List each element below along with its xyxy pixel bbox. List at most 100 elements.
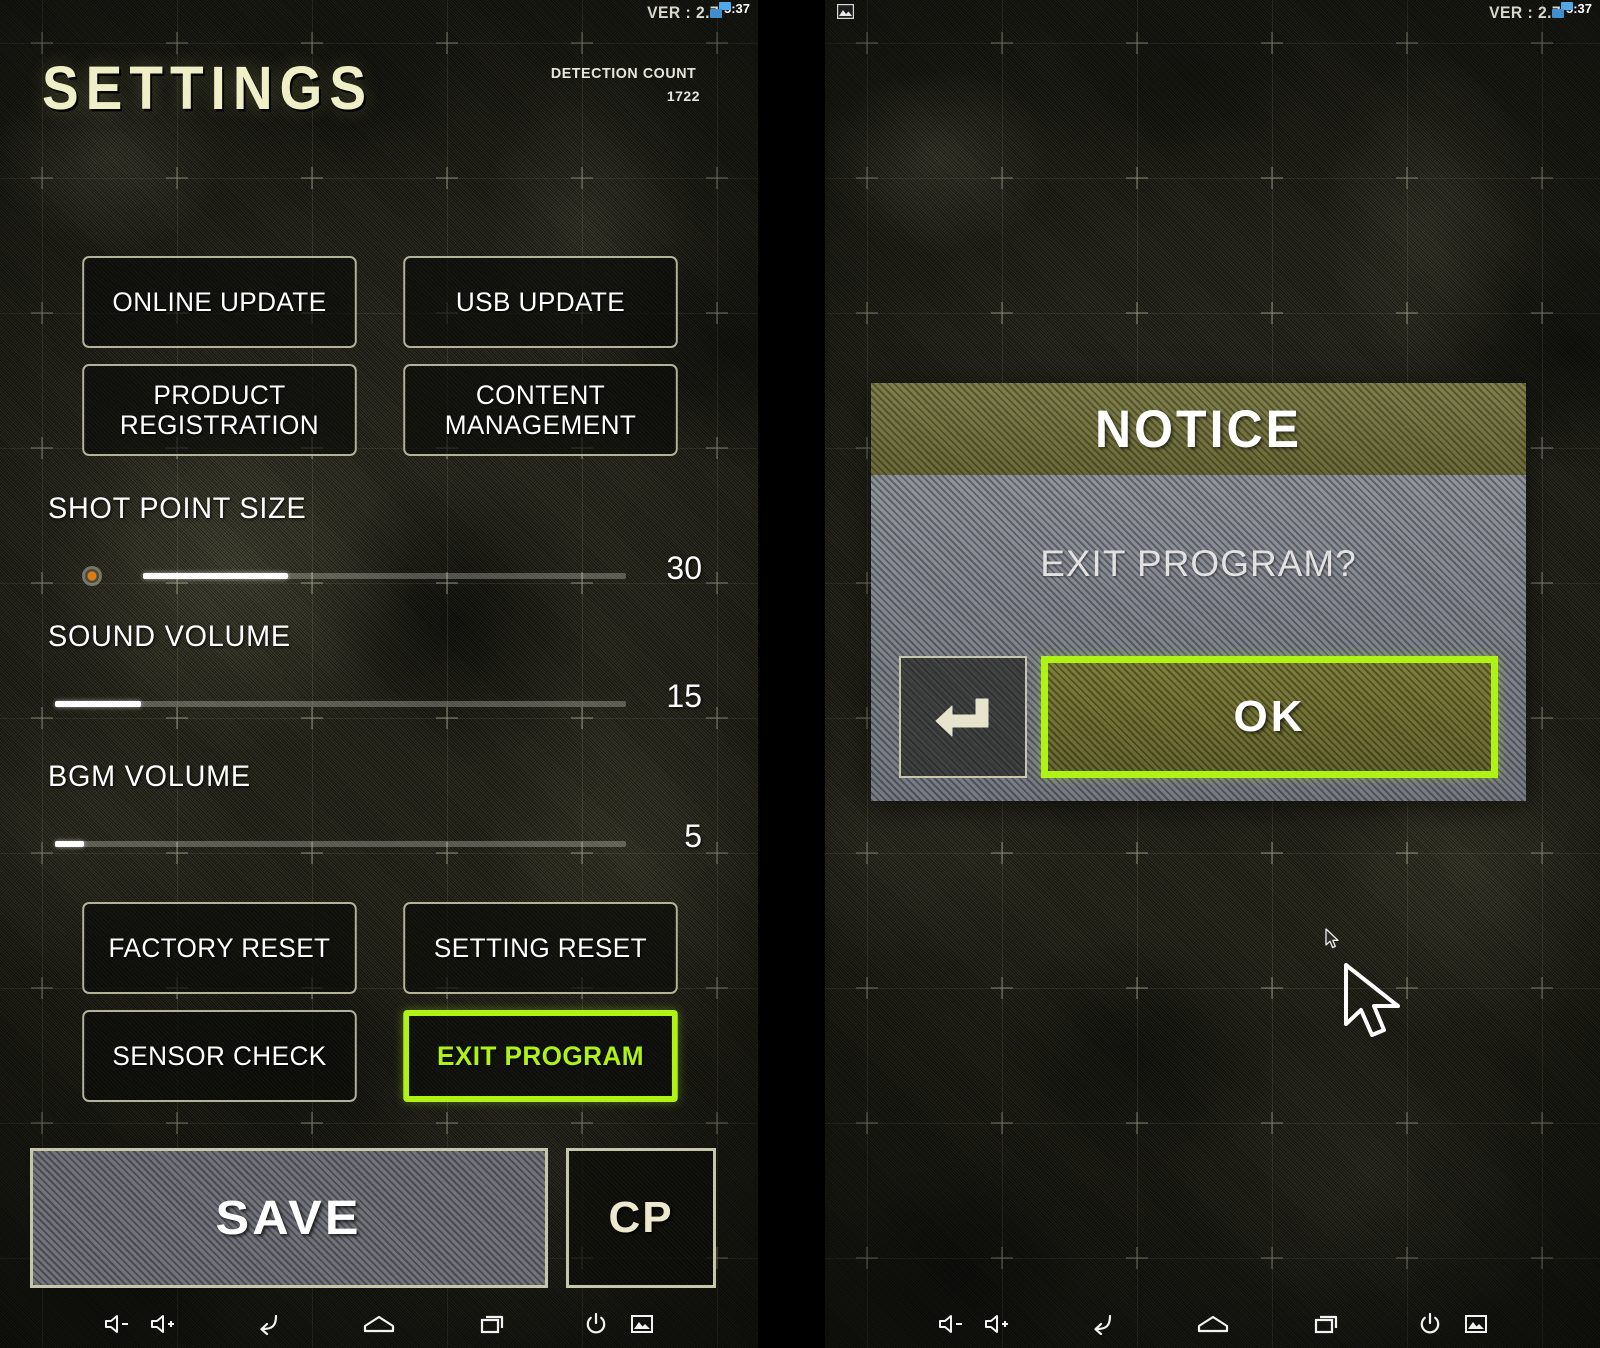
maintenance-buttons-grid: FACTORY RESET SETTING RESET SENSOR CHECK EX… [78, 902, 682, 1102]
exit-program-button-label: EXIT PROGRAM [437, 1040, 644, 1071]
sound-volume-slider[interactable] [55, 701, 626, 707]
bgm-volume-track [55, 841, 626, 847]
navbar-volume-up-button[interactable] [973, 1304, 1019, 1348]
shot-point-size-value: 30 [666, 550, 702, 586]
status-bar-left: VER : 2.7 5:37 [0, 0, 758, 26]
detection-count-block: DETECTION COUNT 1722 [547, 63, 700, 107]
notice-ok-button[interactable]: OK [1041, 656, 1498, 778]
network-icon [1551, 2, 1574, 20]
bgm-volume-slider[interactable] [55, 841, 626, 847]
status-bar-right: VER : 2.7 5:37 [825, 0, 1600, 26]
product-registration-button[interactable]: PRODUCT REGISTRATION [82, 364, 357, 456]
sound-volume-row: 15 [0, 678, 758, 724]
status-bar-right-cluster: VER : 2.7 5:37 [644, 0, 752, 26]
shot-point-size-slider[interactable] [143, 573, 626, 579]
bgm-volume-value: 5 [684, 818, 702, 854]
notice-dialog: NOTICE EXIT PROGRAM? OK [871, 383, 1526, 801]
navbar-back-button[interactable] [1065, 1304, 1133, 1348]
recents-icon [1313, 1313, 1341, 1340]
shot-point-indicator-icon [80, 564, 104, 588]
bgm-volume-fill [55, 841, 84, 847]
usb-update-button-label: USB UPDATE [455, 286, 626, 317]
screenshot-icon [631, 1314, 653, 1339]
content-management-button-label: CONTENT MANAGEMENT [444, 379, 637, 440]
navbar-volume-down-button[interactable] [93, 1304, 139, 1348]
status-bar-right-cluster: VER : 2.7 5:37 [1486, 0, 1594, 26]
navbar-home-button[interactable] [1179, 1304, 1247, 1348]
shot-point-size-row: 30 [0, 550, 758, 596]
power-icon [1418, 1312, 1442, 1341]
navbar-power-button[interactable] [1407, 1304, 1453, 1348]
setting-reset-button-label: SETTING RESET [433, 932, 648, 963]
notice-dialog-body: EXIT PROGRAM? OK [871, 475, 1526, 801]
mouse-pointer-small [1325, 928, 1341, 955]
page-title: SETTINGS [42, 53, 374, 123]
settings-screen-panel: VER : 2.7 5:37 SETTINGS DETECTION COUNT … [0, 0, 758, 1348]
notice-dialog-header: NOTICE [871, 383, 1526, 475]
bgm-volume-row: 5 [0, 818, 758, 864]
factory-reset-button-label: FACTORY RESET [108, 932, 331, 963]
back-arrow-icon [932, 691, 994, 744]
detection-count-label: DETECTION COUNT [550, 65, 697, 82]
shot-point-size-label: SHOT POINT SIZE [48, 492, 307, 525]
volume-up-icon [983, 1313, 1009, 1340]
screenshot-icon [836, 3, 855, 20]
navbar-volume-up-button[interactable] [139, 1304, 185, 1348]
online-update-button-label: ONLINE UPDATE [112, 286, 327, 317]
content-management-button[interactable]: CONTENT MANAGEMENT [403, 364, 678, 456]
product-registration-button-label: PRODUCT REGISTRATION [119, 379, 320, 440]
update-buttons-grid: ONLINE UPDATE USB UPDATE PRODUCT REGISTRAT… [78, 256, 682, 456]
navbar-home-button[interactable] [345, 1304, 413, 1348]
navbar-screenshot-button[interactable] [1453, 1304, 1499, 1348]
notice-dialog-message: EXIT PROGRAM? [1040, 543, 1357, 584]
version-label: VER : 2.7 [1488, 3, 1561, 22]
slider-bgm-volume: BGM VOLUME 5 [0, 760, 758, 864]
exit-program-button[interactable]: EXIT PROGRAM [403, 1010, 678, 1102]
usb-update-button[interactable]: USB UPDATE [403, 256, 678, 348]
navbar-recents-button[interactable] [459, 1304, 527, 1348]
shot-point-size-fill [143, 573, 288, 579]
navbar-back-button[interactable] [231, 1304, 299, 1348]
save-button[interactable]: SAVE [30, 1148, 548, 1288]
mouse-pointer-large [1343, 962, 1409, 1043]
screenshot-icon [1464, 1314, 1487, 1339]
notice-dialog-title: NOTICE [1095, 399, 1302, 459]
network-icon [709, 2, 732, 20]
notice-dialog-actions: OK [899, 656, 1498, 778]
sound-volume-value: 15 [666, 678, 702, 714]
save-button-label: SAVE [215, 1191, 363, 1245]
setting-reset-button[interactable]: SETTING RESET [403, 902, 678, 994]
sound-volume-fill [55, 701, 141, 707]
notice-dialog-screen-panel: VER : 2.7 5:37 NOTICE EXIT PROGRAM? OK [825, 0, 1600, 1348]
volume-up-icon [149, 1313, 175, 1340]
cp-button[interactable]: CP [566, 1148, 716, 1288]
power-icon [584, 1312, 608, 1341]
navbar-recents-button[interactable] [1293, 1304, 1361, 1348]
factory-reset-button[interactable]: FACTORY RESET [82, 902, 357, 994]
online-update-button[interactable]: ONLINE UPDATE [82, 256, 357, 348]
bgm-volume-label: BGM VOLUME [48, 760, 251, 793]
version-label: VER : 2.7 [646, 3, 719, 22]
back-icon [250, 1313, 280, 1340]
notice-back-button[interactable] [899, 656, 1027, 778]
home-icon [1196, 1313, 1230, 1340]
sound-volume-track [55, 701, 626, 707]
footer-actions: SAVE CP [30, 1148, 730, 1288]
detection-count-value: 1722 [666, 87, 700, 104]
volume-down-icon [103, 1313, 129, 1340]
slider-sound-volume: SOUND VOLUME 15 [0, 620, 758, 724]
back-icon [1084, 1313, 1114, 1340]
navbar-power-button[interactable] [573, 1304, 619, 1348]
screenshot-root: VER : 2.7 5:37 SETTINGS DETECTION COUNT … [0, 0, 1600, 1348]
android-navigation-bar-left [0, 1304, 758, 1348]
slider-shot-point-size: SHOT POINT SIZE 30 [0, 492, 758, 596]
volume-down-icon [937, 1313, 963, 1340]
navbar-screenshot-button[interactable] [619, 1304, 665, 1348]
sound-volume-label: SOUND VOLUME [48, 620, 291, 653]
android-navigation-bar-right [825, 1304, 1600, 1348]
notice-ok-label: OK [1233, 692, 1306, 741]
cp-button-label: CP [608, 1193, 674, 1242]
navbar-volume-down-button[interactable] [927, 1304, 973, 1348]
home-icon [362, 1313, 396, 1340]
sensor-check-button[interactable]: SENSOR CHECK [82, 1010, 357, 1102]
